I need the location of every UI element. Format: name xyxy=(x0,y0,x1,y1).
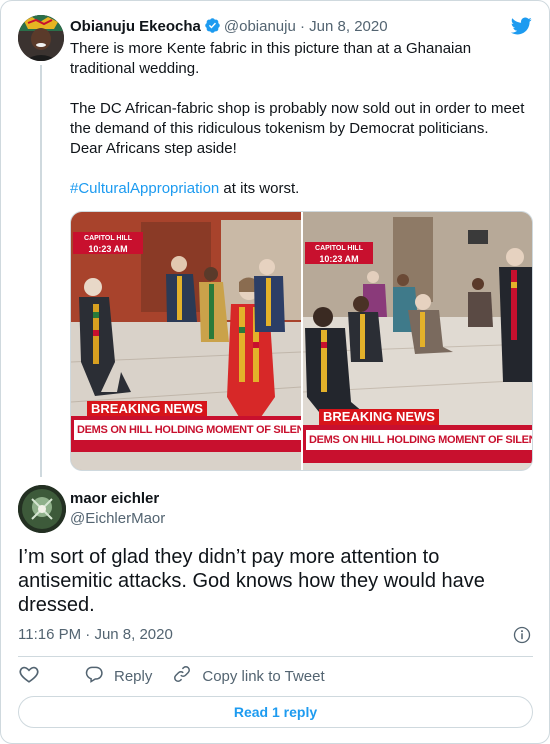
location-text: CAPITOL HILL xyxy=(84,235,132,242)
reply-date: Jun 8, 2020 xyxy=(94,626,173,643)
tweet-text: There is more Kente fabric in this pictu… xyxy=(70,39,530,199)
meta-separator: · xyxy=(300,18,305,35)
like-button[interactable] xyxy=(18,663,50,689)
tweet-line: Dear Africans step aside! xyxy=(70,140,237,157)
breaking-news-label: BREAKING NEWS xyxy=(87,401,207,417)
location-tag: CAPITOL HILL 10:23 AM xyxy=(305,242,373,264)
tweet-line: the demand of this ridiculous tokenism b… xyxy=(70,120,489,137)
reply-label: Reply xyxy=(114,667,153,685)
banner-bottom-bar xyxy=(71,444,301,452)
time-text: 10:23 AM xyxy=(88,244,128,254)
reply-button[interactable]: Reply xyxy=(84,664,152,688)
reply-text: I’m sort of glad they didn’t pay more at… xyxy=(18,546,485,616)
copy-link-label: Copy link to Tweet xyxy=(202,667,325,685)
link-icon xyxy=(172,664,202,688)
author-name[interactable]: Obianuju Ekeocha xyxy=(70,18,201,35)
info-icon[interactable] xyxy=(512,625,532,645)
heart-icon xyxy=(18,663,50,689)
read-replies-button[interactable]: Read 1 reply xyxy=(18,696,533,728)
headline-banner: DEMS ON HILL HOLDING MOMENT OF SILENCE xyxy=(74,420,301,440)
tweet-line: traditional wedding. xyxy=(70,60,200,77)
tweet-tail: at its worst. xyxy=(219,180,300,197)
reply-time: 11:16 PM xyxy=(18,626,82,643)
verified-badge-icon xyxy=(204,17,221,40)
reply-icon xyxy=(84,664,114,688)
media-photo-left[interactable]: CAPITOL HILL 10:23 AM BREAKING NEWS DEMS… xyxy=(71,212,301,470)
reply-timestamp[interactable]: 11:16 PM · Jun 8, 2020 xyxy=(18,625,173,645)
copy-link-button[interactable]: Copy link to Tweet xyxy=(172,664,325,688)
avatar-obianuju[interactable] xyxy=(18,15,64,61)
location-tag: CAPITOL HILL 10:23 AM xyxy=(73,232,143,254)
tweet-date[interactable]: Jun 8, 2020 xyxy=(309,18,387,35)
tweet-line: There is more Kente fabric in this pictu… xyxy=(70,40,472,57)
tweet-media-grid: CAPITOL HILL 10:23 AM BREAKING NEWS DEMS… xyxy=(70,211,533,471)
reply-author-name[interactable]: maor eichler xyxy=(70,489,159,509)
avatar-maor[interactable] xyxy=(18,485,66,533)
tweet-header: Obianuju Ekeocha @obianuju · Jun 8, 2020 xyxy=(70,17,388,40)
divider xyxy=(18,656,533,657)
tweet-line-hashtag: #CulturalAppropriation at its worst. xyxy=(70,179,530,199)
meta-separator: · xyxy=(85,626,91,643)
media-photo-right[interactable]: CAPITOL HILL 10:23 AM BREAKING NEWS DEMS… xyxy=(303,212,532,470)
author-handle[interactable]: @obianuju xyxy=(224,18,296,35)
breaking-news-label: BREAKING NEWS xyxy=(319,409,439,425)
embedded-tweet-card: Obianuju Ekeocha @obianuju · Jun 8, 2020 … xyxy=(0,0,550,744)
location-text: CAPITOL HILL xyxy=(315,245,363,252)
tweet-line: The DC African-fabric shop is probably n… xyxy=(70,100,525,117)
thread-connector-line xyxy=(40,65,42,477)
banner-bottom-bar xyxy=(303,455,532,463)
action-bar: Reply Copy link to Tweet xyxy=(18,665,345,687)
twitter-bird-icon[interactable] xyxy=(509,15,533,37)
time-text: 10:23 AM xyxy=(319,254,359,264)
reply-author-handle[interactable]: @EichlerMaor xyxy=(70,509,165,529)
hashtag-link[interactable]: #CulturalAppropriation xyxy=(70,180,219,197)
headline-banner: DEMS ON HILL HOLDING MOMENT OF SILENCE I xyxy=(306,430,532,450)
